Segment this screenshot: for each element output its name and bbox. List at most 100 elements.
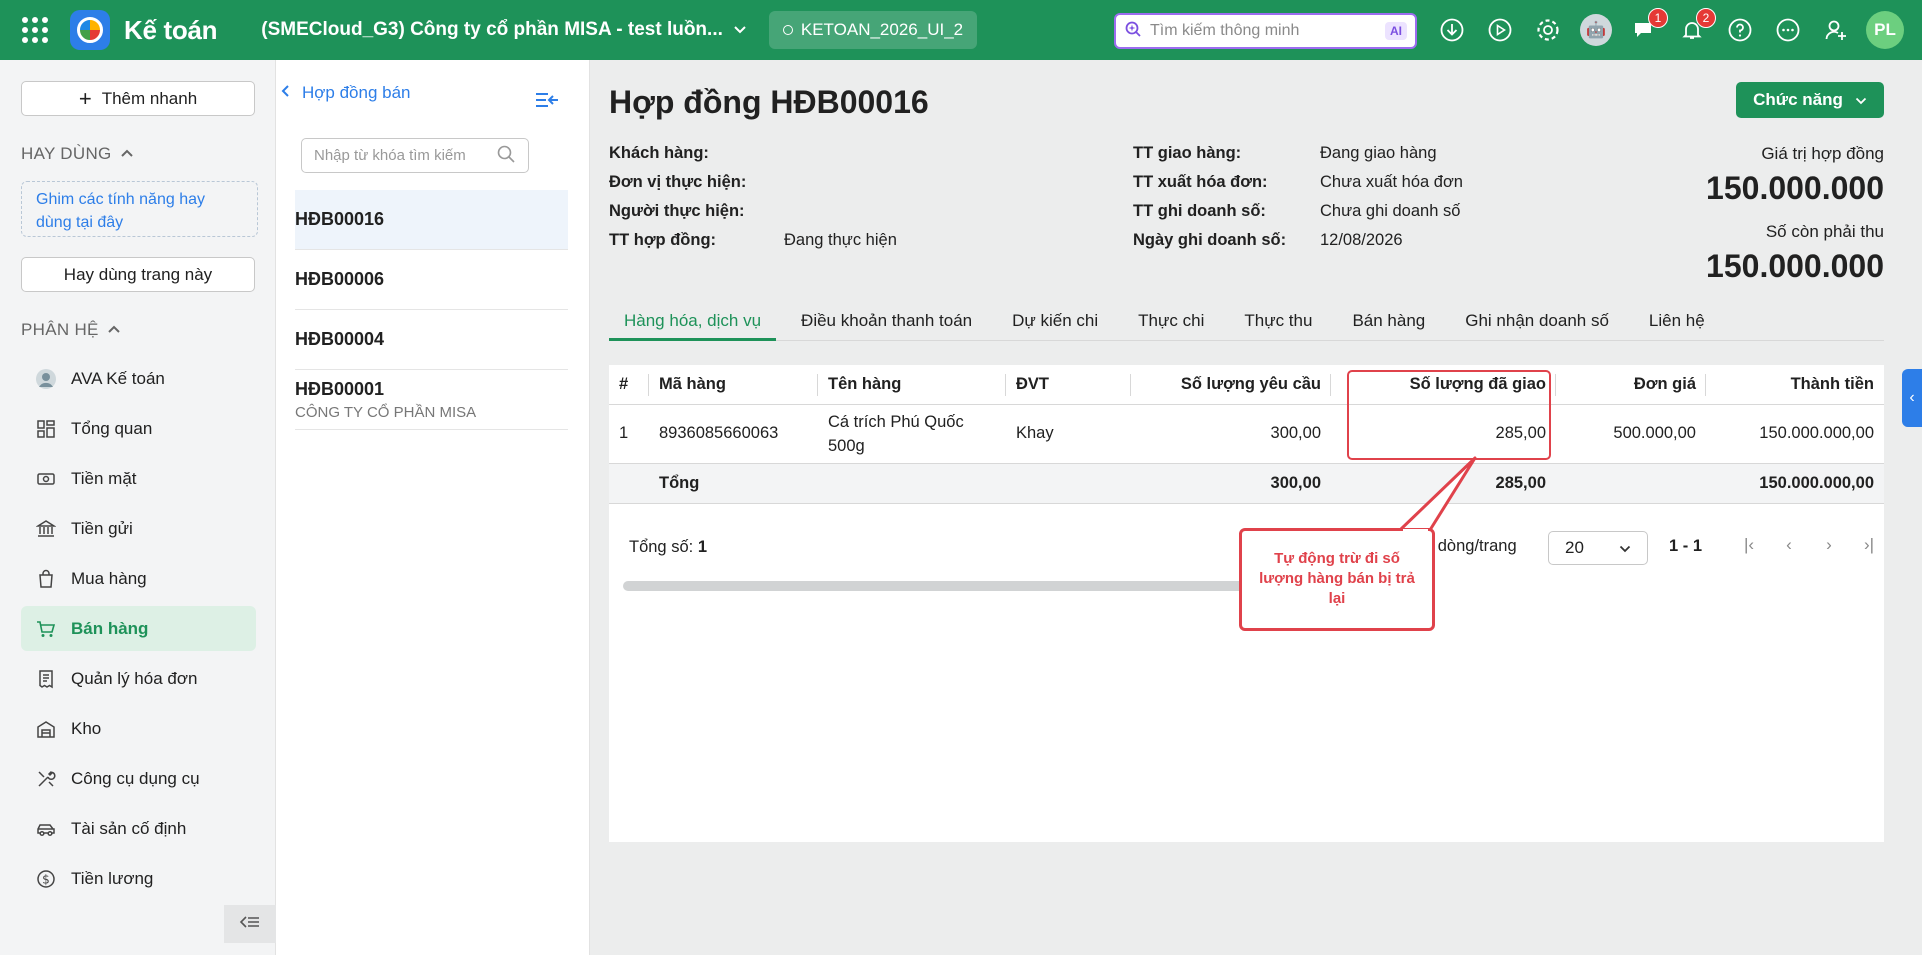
modules-section-header[interactable]: PHÂN HỆ bbox=[21, 320, 121, 340]
sparkle-search-icon bbox=[1124, 20, 1142, 43]
first-page-icon[interactable]: |‹ bbox=[1739, 535, 1759, 555]
use-page-button[interactable]: Hay dùng trang này bbox=[21, 257, 255, 292]
smart-search-input[interactable]: Tìm kiếm thông minh AI bbox=[1114, 13, 1417, 49]
user-avatar[interactable]: PL bbox=[1866, 11, 1904, 49]
download-icon[interactable] bbox=[1436, 14, 1468, 46]
tab-goods[interactable]: Hàng hóa, dịch vụ bbox=[609, 309, 777, 341]
tab-revenue-record[interactable]: Ghi nhận doanh số bbox=[1450, 309, 1624, 341]
page-title: Hợp đồng HĐB00016 bbox=[609, 84, 929, 120]
sidebar-item-overview[interactable]: Tổng quan bbox=[21, 406, 256, 451]
database-name: KETOAN_2026_UI_2 bbox=[800, 20, 964, 39]
pager-nav: |‹ ‹ › ›| bbox=[1739, 535, 1879, 555]
back-to-contracts-link[interactable]: Hợp đồng bán bbox=[280, 61, 411, 103]
database-selector[interactable]: KETOAN_2026_UI_2 bbox=[768, 11, 978, 49]
sidebar-item-deposit[interactable]: Tiền gửi bbox=[21, 506, 256, 551]
customer-label: Khách hàng: bbox=[609, 144, 709, 162]
cell-item-name: Cá trích Phú Quốc 500g bbox=[818, 404, 1006, 464]
last-page-icon[interactable]: ›| bbox=[1859, 535, 1879, 555]
function-button[interactable]: Chức năng bbox=[1736, 82, 1884, 118]
sidebar-item-label: Quản lý hóa đơn bbox=[71, 668, 198, 688]
tab-sales[interactable]: Bán hàng bbox=[1337, 309, 1440, 341]
total-amount: 150.000.000,00 bbox=[1706, 463, 1884, 504]
delivery-status-label: TT giao hàng: bbox=[1133, 144, 1242, 162]
col-index[interactable]: # bbox=[609, 365, 649, 405]
list-item[interactable]: HĐB00016 bbox=[295, 190, 568, 250]
sidebar-item-label: Bán hàng bbox=[71, 618, 149, 638]
total-delivered-qty: 285,00 bbox=[1331, 463, 1556, 504]
sidebar-item-warehouse[interactable]: Kho bbox=[21, 706, 256, 751]
sidebar-item-sales[interactable]: Bán hàng bbox=[21, 606, 256, 651]
sidebar-item-fixed-assets[interactable]: Tài sản cố định bbox=[21, 806, 256, 851]
list-item[interactable]: HĐB00004 bbox=[295, 310, 568, 370]
chat-icon[interactable]: 1 bbox=[1628, 8, 1668, 46]
cell-item-code: 8936085660063 bbox=[649, 404, 818, 464]
app-grid-icon[interactable] bbox=[22, 17, 48, 43]
col-unit-price[interactable]: Đơn giá bbox=[1556, 365, 1706, 405]
next-page-icon[interactable]: › bbox=[1819, 535, 1839, 555]
collapse-sidebar-button[interactable] bbox=[224, 905, 276, 943]
tab-expected-expense[interactable]: Dự kiến chi bbox=[997, 309, 1113, 341]
sidebar-item-salary[interactable]: $ Tiền lương bbox=[21, 856, 256, 901]
col-item-name[interactable]: Tên hàng bbox=[818, 365, 1006, 405]
tab-contacts[interactable]: Liên hệ bbox=[1634, 309, 1720, 341]
delivered-qty-highlight bbox=[1347, 370, 1551, 460]
contract-value-summary: Giá trị hợp đồng 150.000.000 bbox=[1706, 144, 1884, 207]
search-icon bbox=[496, 144, 516, 168]
contract-value: 150.000.000 bbox=[1706, 170, 1884, 206]
col-requested-qty[interactable]: Số lượng yêu cầu bbox=[1131, 365, 1331, 405]
more-icon[interactable] bbox=[1772, 14, 1804, 46]
sidebar-item-ava[interactable]: AVA Kế toán bbox=[21, 356, 256, 401]
app-title: Kế toán bbox=[124, 14, 218, 45]
list-item[interactable]: HĐB00001 CÔNG TY CỔ PHẦN MISA bbox=[295, 370, 568, 430]
prev-page-icon[interactable]: ‹ bbox=[1779, 535, 1799, 555]
horizontal-scrollbar[interactable] bbox=[623, 581, 1253, 591]
tab-actual-income[interactable]: Thực thu bbox=[1229, 309, 1327, 341]
rows-per-page-select[interactable]: 20 bbox=[1548, 531, 1648, 565]
salary-icon: $ bbox=[35, 868, 57, 890]
contract-search-input[interactable]: Nhập từ khóa tìm kiếm bbox=[301, 138, 529, 173]
chevron-down-icon bbox=[733, 22, 747, 38]
help-icon[interactable] bbox=[1724, 14, 1756, 46]
frequent-section-header[interactable]: HAY DÙNG bbox=[21, 144, 134, 164]
delivery-status-value: Đang giao hàng bbox=[1320, 144, 1437, 162]
company-selector[interactable]: (SMECloud_G3) Công ty cổ phần MISA - tes… bbox=[261, 19, 747, 41]
remaining-value: 150.000.000 bbox=[1706, 248, 1884, 284]
contract-detail: Hợp đồng HĐB00016 Chức năng Khách hàng: … bbox=[590, 60, 1922, 955]
table-row[interactable]: 1 8936085660063 Cá trích Phú Quốc 500g K… bbox=[609, 404, 1884, 464]
sidebar-item-purchase[interactable]: Mua hàng bbox=[21, 556, 256, 601]
sidebar-item-label: Tiền lương bbox=[71, 868, 154, 888]
tools-icon bbox=[35, 768, 57, 790]
sidebar-item-invoice[interactable]: Quản lý hóa đơn bbox=[21, 656, 256, 701]
sidebar-item-label: Tiền mặt bbox=[71, 468, 137, 488]
col-item-code[interactable]: Mã hàng bbox=[649, 365, 818, 405]
total-requested-qty: 300,00 bbox=[1131, 463, 1331, 504]
gear-icon[interactable] bbox=[1532, 14, 1564, 46]
collapse-list-icon[interactable] bbox=[534, 90, 560, 115]
col-unit[interactable]: ĐVT bbox=[1006, 365, 1131, 405]
add-user-icon[interactable] bbox=[1820, 14, 1852, 46]
cell-amount: 150.000.000,00 bbox=[1706, 404, 1884, 464]
bell-icon[interactable]: 2 bbox=[1676, 8, 1716, 46]
sidebar: + Thêm nhanh HAY DÙNG Ghim các tính năng… bbox=[0, 60, 276, 955]
chevron-up-icon bbox=[107, 323, 121, 337]
remaining-summary: Số còn phải thu 150.000.000 bbox=[1706, 222, 1884, 285]
right-drawer-toggle[interactable]: ‹ bbox=[1902, 369, 1922, 427]
list-item[interactable]: HĐB00006 bbox=[295, 250, 568, 310]
misa-logo bbox=[70, 10, 110, 50]
tab-payment-terms[interactable]: Điều khoản thanh toán bbox=[786, 309, 987, 341]
sidebar-item-tools[interactable]: Công cụ dụng cụ bbox=[21, 756, 256, 801]
notification-badge: 2 bbox=[1696, 8, 1716, 28]
sidebar-item-label: Mua hàng bbox=[71, 568, 147, 588]
invoice-status-label: TT xuất hóa đơn: bbox=[1133, 173, 1268, 191]
col-amount[interactable]: Thành tiền bbox=[1706, 365, 1884, 405]
profile-avatar[interactable]: 🤖 bbox=[1580, 14, 1612, 46]
play-icon[interactable] bbox=[1484, 14, 1516, 46]
company-name: (SMECloud_G3) Công ty cổ phần MISA - tes… bbox=[261, 19, 723, 40]
quick-add-button[interactable]: + Thêm nhanh bbox=[21, 81, 255, 116]
collapse-left-icon bbox=[238, 913, 262, 936]
goods-table: # Mã hàng Tên hàng ĐVT Số lượng yêu cầu … bbox=[609, 365, 1884, 504]
annotation-callout: Tự động trừ đi số lượng hàng bán bị trả … bbox=[1239, 528, 1435, 631]
tab-actual-expense[interactable]: Thực chi bbox=[1123, 309, 1219, 341]
revenue-status-label: TT ghi doanh số: bbox=[1133, 202, 1266, 220]
sidebar-item-cash[interactable]: Tiền mặt bbox=[21, 456, 256, 501]
